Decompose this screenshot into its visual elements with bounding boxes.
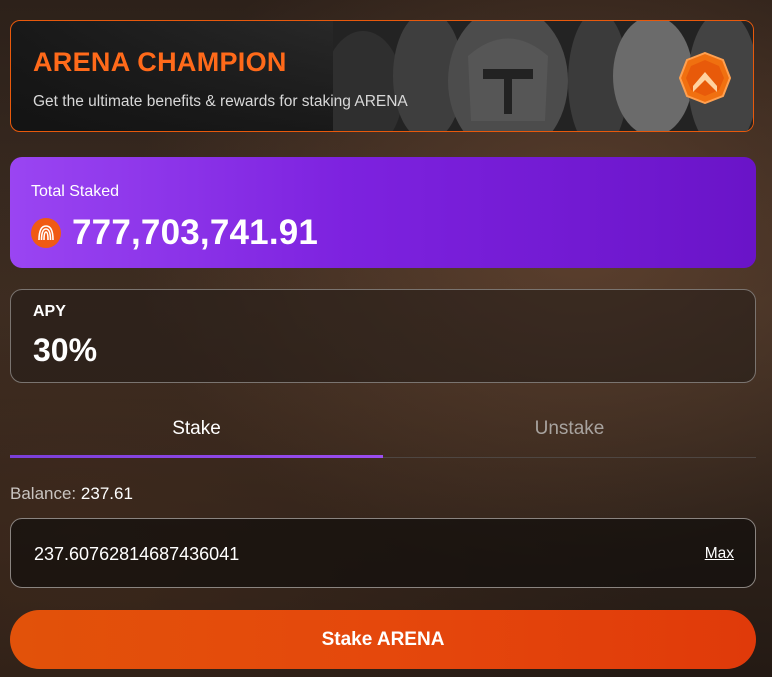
apy-label: APY xyxy=(33,303,66,320)
active-tab-indicator xyxy=(10,455,383,458)
total-staked-value: 777,703,741.91 xyxy=(72,213,319,252)
stake-tabs: Stake Unstake xyxy=(10,400,756,458)
total-staked-value-row: 777,703,741.91 xyxy=(31,213,318,253)
amount-input[interactable] xyxy=(32,519,636,589)
banner-subtitle: Get the ultimate benefits & rewards for … xyxy=(33,93,408,110)
balance-label: Balance: xyxy=(10,484,77,503)
tab-unstake[interactable]: Unstake xyxy=(383,400,756,458)
arena-champion-banner: ARENA CHAMPION Get the ultimate benefits… xyxy=(10,20,754,132)
balance: Balance: 237.61 xyxy=(10,484,133,504)
total-staked-label: Total Staked xyxy=(31,183,120,200)
stake-arena-button[interactable]: Stake ARENA xyxy=(10,610,756,669)
tab-stake[interactable]: Stake xyxy=(10,400,383,458)
total-staked-card: Total Staked 777,703,741.91 xyxy=(10,157,756,268)
arena-chevron-badge-icon xyxy=(679,52,731,104)
max-button[interactable]: Max xyxy=(705,545,734,563)
balance-value: 237.61 xyxy=(80,484,133,503)
apy-card: APY 30% xyxy=(10,289,756,383)
banner-title: ARENA CHAMPION xyxy=(33,47,287,77)
arena-token-icon xyxy=(31,218,61,248)
apy-value: 30% xyxy=(33,332,98,368)
amount-field-container: Max xyxy=(10,518,756,589)
